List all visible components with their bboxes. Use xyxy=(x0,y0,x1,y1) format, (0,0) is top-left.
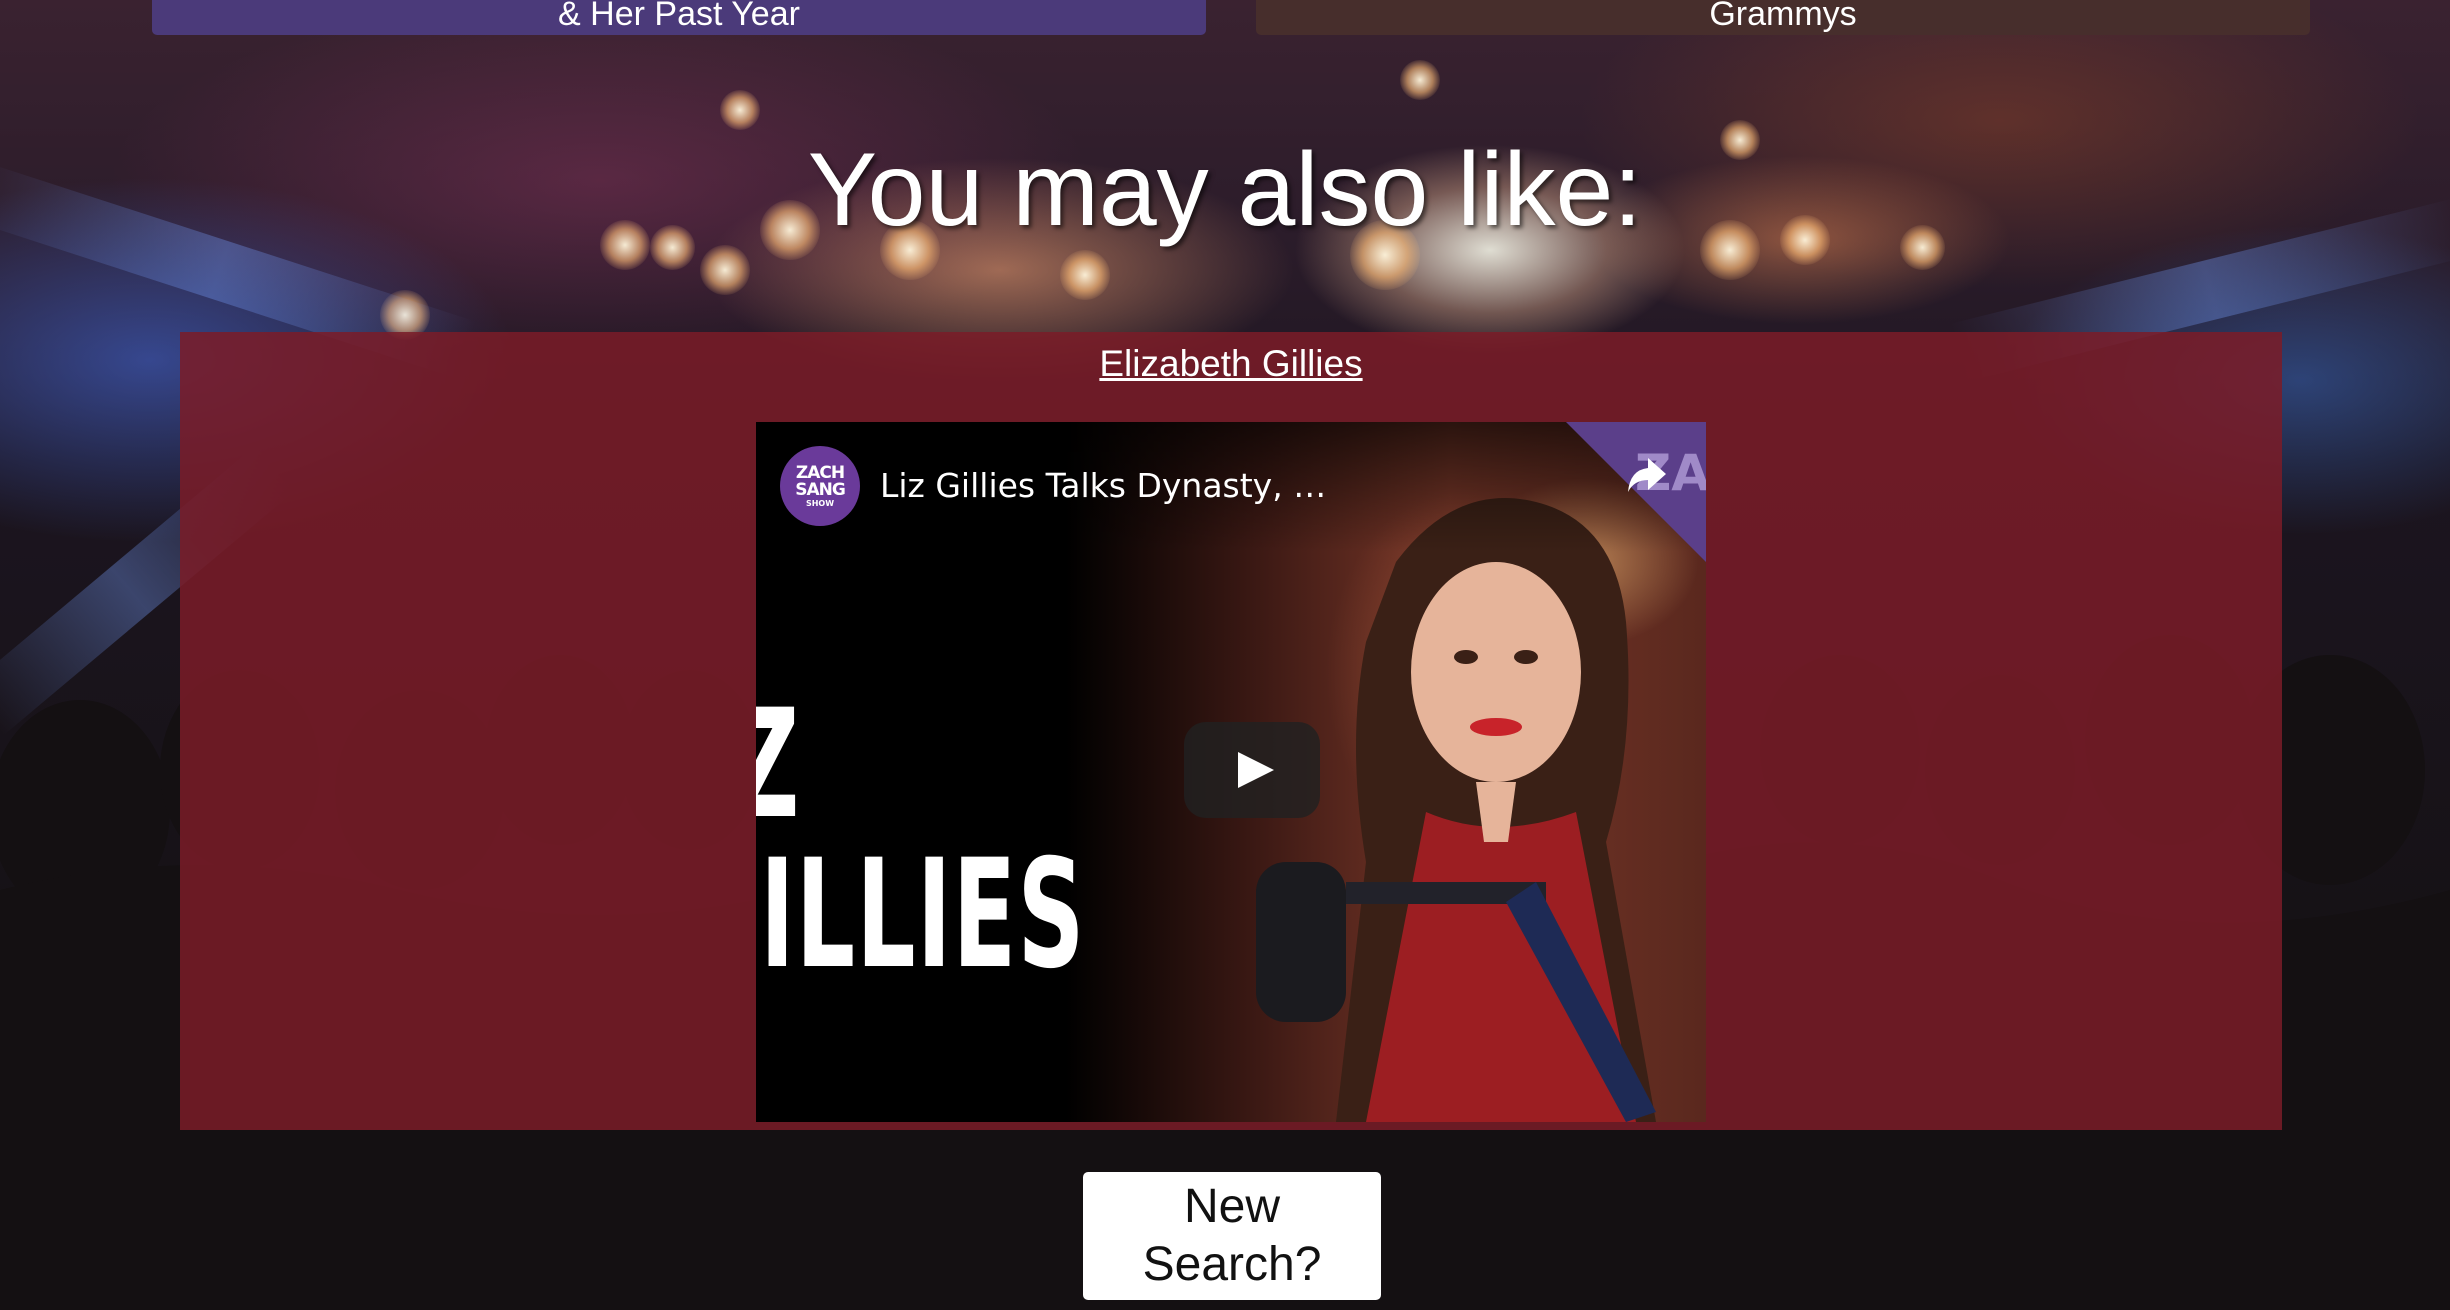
video-embed[interactable]: IZ ILLIES ZA ZACH SANG SHOW Liz Gillies … xyxy=(756,422,1706,1122)
channel-avatar-text: ZACH xyxy=(795,462,845,483)
play-icon[interactable] xyxy=(1184,722,1320,818)
new-search-button[interactable]: New Search? xyxy=(1083,1172,1381,1300)
page-background: & Her Past Year Grammys You may also lik… xyxy=(0,0,2450,1310)
channel-avatar[interactable]: ZACH SANG SHOW xyxy=(780,446,860,526)
section-title: You may also like: xyxy=(807,132,1643,248)
related-card-title: Grammys xyxy=(1709,0,1857,33)
microphone-image xyxy=(1256,862,1656,1122)
video-title[interactable]: Liz Gillies Talks Dynasty, Thank U Next … xyxy=(880,454,1340,518)
channel-avatar-text: SHOW xyxy=(805,498,835,508)
share-arrow-icon[interactable] xyxy=(1624,452,1670,498)
channel-avatar-text: SANG xyxy=(795,479,846,500)
stage-light xyxy=(1400,60,1440,100)
related-card-title: & Her Past Year xyxy=(558,0,800,33)
result-panel: Elizabeth Gillies IZ ILLIES ZA xyxy=(180,332,2282,1130)
related-card-top-left[interactable]: & Her Past Year xyxy=(152,0,1206,35)
related-card-top-right[interactable]: Grammys xyxy=(1256,0,2310,35)
artist-name-link[interactable]: Elizabeth Gillies xyxy=(180,336,2282,392)
thumbnail-text-line2: ILLIES xyxy=(760,828,1086,1002)
thumbnail-text-line1: IZ xyxy=(756,690,801,840)
